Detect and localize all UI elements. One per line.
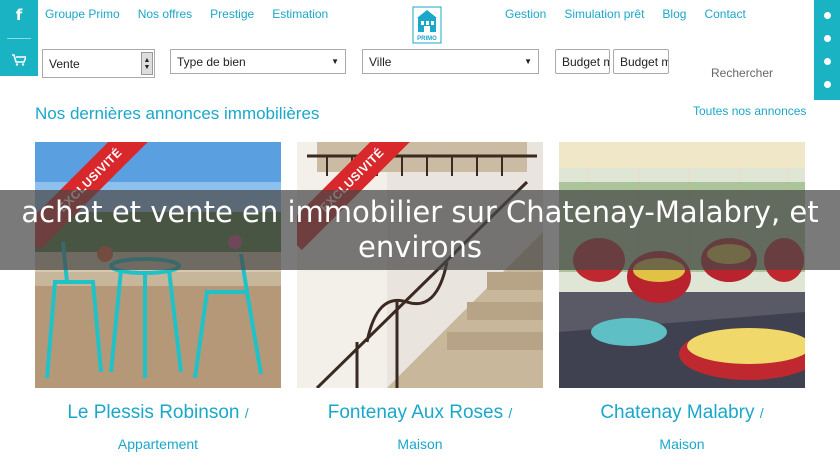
listing-city[interactable]: Le Plessis Robinson / [35, 402, 281, 424]
social-divider [7, 37, 31, 39]
listing-city[interactable]: Chatenay Malabry / [559, 402, 805, 424]
slider-dot[interactable] [823, 35, 831, 42]
page-headline: achat et vente en immobilier sur Chatena… [21, 195, 819, 264]
listing-separator: / [244, 405, 249, 421]
transaction-select[interactable]: Vente ▲ ▼ [42, 49, 155, 78]
main-nav-right: Gestion Simulation prêt Blog Contact [505, 7, 764, 21]
transaction-value: Vente [49, 56, 80, 71]
listing-type: Maison [397, 436, 443, 452]
cart-icon[interactable] [12, 53, 28, 69]
listing-separator: / [759, 405, 764, 421]
logo-text: PRIMO [417, 36, 437, 42]
nav-simulation-pret[interactable]: Simulation prêt [564, 7, 644, 21]
property-type-value: Type de bien [177, 54, 246, 69]
headline-overlay: achat et vente en immobilier sur Chatena… [0, 190, 840, 270]
nav-prestige[interactable]: Prestige [210, 7, 254, 21]
slider-dot[interactable] [823, 81, 831, 88]
nav-contact[interactable]: Contact [704, 7, 745, 21]
city-value: Ville [369, 54, 392, 69]
slider-dot[interactable] [823, 58, 831, 65]
facebook-icon[interactable]: f [16, 7, 23, 23]
listing-city-name[interactable]: Chatenay Malabry [600, 402, 754, 423]
listing-city[interactable]: Fontenay Aux Roses / [297, 402, 543, 424]
listing-separator: / [508, 405, 513, 421]
search-button[interactable]: Rechercher [711, 66, 773, 80]
nav-gestion[interactable]: Gestion [505, 7, 546, 21]
chevron-down-icon: ▼ [331, 57, 339, 66]
select-spinner-icon[interactable]: ▲ ▼ [141, 52, 153, 75]
nav-estimation[interactable]: Estimation [272, 7, 328, 21]
primo-logo[interactable]: PRIMO [412, 6, 442, 44]
budget-max-input[interactable]: Budget ma [613, 49, 669, 74]
slider-dot[interactable] [823, 12, 831, 19]
budget-max-placeholder: Budget ma [620, 54, 668, 69]
social-bar: f [0, 0, 38, 76]
listing-type: Appartement [117, 436, 199, 452]
city-select[interactable]: Ville ▼ [362, 49, 539, 74]
property-type-select[interactable]: Type de bien ▼ [170, 49, 346, 74]
all-listings-link[interactable]: Toutes nos annonces [693, 104, 806, 118]
main-nav-left: Groupe Primo Nos offres Prestige Estimation [45, 7, 346, 21]
listing-city-name[interactable]: Fontenay Aux Roses [328, 402, 503, 423]
budget-min-input[interactable]: Budget mi [555, 49, 610, 74]
nav-nos-offres[interactable]: Nos offres [138, 7, 192, 21]
section-title: Nos dernières annonces immobilières [35, 104, 320, 123]
nav-groupe-primo[interactable]: Groupe Primo [45, 7, 120, 21]
chevron-down-icon: ▼ [524, 57, 532, 66]
listing-type: Maison [659, 436, 705, 452]
slider-dots [814, 0, 840, 100]
listing-city-name[interactable]: Le Plessis Robinson [67, 402, 239, 423]
nav-blog[interactable]: Blog [662, 7, 686, 21]
page: f Groupe Primo Nos offres Prestige Estimati… [0, 0, 840, 460]
budget-min-placeholder: Budget mi [562, 54, 609, 69]
